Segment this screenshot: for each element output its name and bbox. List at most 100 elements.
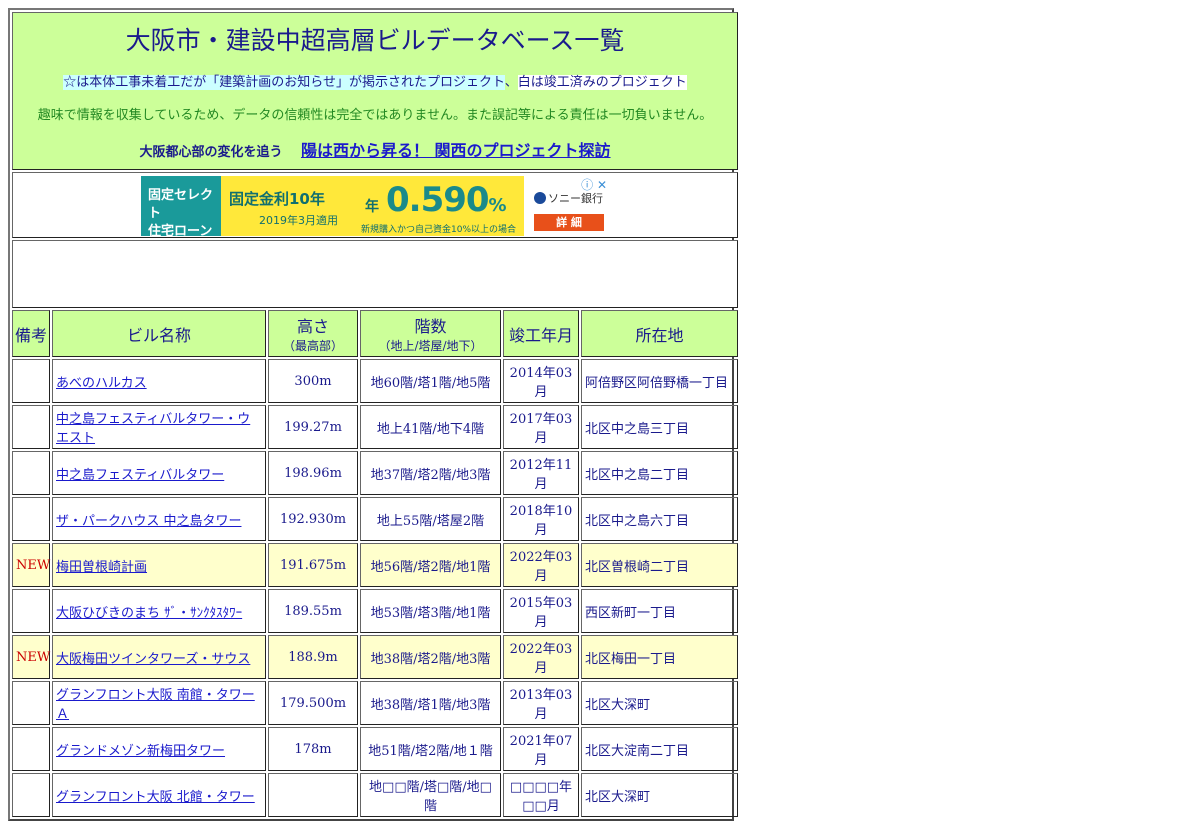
bank-logo-icon <box>534 192 546 204</box>
floors-cell: 地51階/塔2階/地１階 <box>360 727 501 771</box>
height-cell: 179.500m <box>268 681 358 725</box>
completed-cell: 2021年07月 <box>503 727 579 771</box>
col-header-completed: 竣工年月 <box>503 310 579 357</box>
table-row: 中之島フェスティバルタワー 198.96m 地37階/塔2階/地3階 2012年11月… <box>12 451 739 495</box>
ad-banner[interactable]: 固定セレクト 住宅ローン 固定金利10年 2019年3月適用 年 0.590% … <box>141 176 609 239</box>
blank-ad-slot <box>12 240 739 308</box>
subline: 大阪都心部の変化を追う 陽は西から昇る！ 関西のプロジェクト探訪 <box>17 137 733 161</box>
note-cell <box>12 451 50 495</box>
disclaimer: 趣味で情報を収集しているため、データの信頼性は完全ではありません。また誤記等によ… <box>37 108 713 123</box>
col-header-location-label: 所在地 <box>635 325 684 345</box>
floors-cell: 地56階/塔2階/地1階 <box>360 543 501 587</box>
ad-bank-name: ソニー銀行 <box>548 192 603 205</box>
note-cell <box>12 359 50 403</box>
location-cell: 北区中之島三丁目 <box>581 405 739 449</box>
col-header-height-label: 高さ <box>296 317 329 336</box>
location-cell: 北区大深町 <box>581 681 739 725</box>
building-link[interactable]: 中之島フェスティバルタワー・ウエスト <box>56 412 250 446</box>
ad-percent: % <box>488 195 507 216</box>
legend: ☆は本体工事未着工だが「建築計画のお知らせ」が掲示されたプロジェクト、白は竣工済… <box>17 71 733 90</box>
location-cell: 北区曽根崎二丁目 <box>581 543 739 587</box>
location-cell: 北区大深町 <box>581 773 739 817</box>
ad-year: 年 <box>365 199 379 215</box>
sub-label: 大阪都心部の変化を追う <box>139 145 283 160</box>
building-name-cell: 中之島フェスティバルタワー・ウエスト <box>52 405 266 449</box>
height-cell: 191.675m <box>268 543 358 587</box>
col-header-height-sub: （最高部） <box>282 339 343 353</box>
height-cell: 199.27m <box>268 405 358 449</box>
building-rows: あべのハルカス 300m 地60階/塔1階/地5階 2014年03月 阿倍野区阿倍野橋一… <box>12 359 739 817</box>
page-frame: 大阪市・建設中超高層ビルデータベース一覧 ☆は本体工事未着工だが「建築計画のお知… <box>8 8 739 821</box>
building-name-cell: 大阪梅田ツインタワーズ・サウス <box>52 635 266 679</box>
building-name-cell: グランフロント大阪 北館・タワー <box>52 773 266 817</box>
building-link[interactable]: グランフロント大阪 北館・タワー <box>56 790 255 805</box>
floors-cell: 地60階/塔1階/地5階 <box>360 359 501 403</box>
building-link[interactable]: ザ・パークハウス 中之島タワー <box>56 514 241 529</box>
height-cell: 198.96m <box>268 451 358 495</box>
building-link[interactable]: あべのハルカス <box>56 376 147 391</box>
ad-rate: 0.590% <box>386 180 507 220</box>
location-cell: 北区梅田一丁目 <box>581 635 739 679</box>
legend-separator: 、 <box>504 75 518 90</box>
height-cell: 192.930m <box>268 497 358 541</box>
building-link[interactable]: グランドメゾン新梅田タワー <box>56 744 225 759</box>
col-header-location: 所在地 <box>581 310 739 357</box>
building-link[interactable]: 中之島フェスティバルタワー <box>56 468 224 483</box>
height-cell: 189.55m <box>268 589 358 633</box>
floors-cell: 地上41階/地下4階 <box>360 405 501 449</box>
completed-cell: 2022年03月 <box>503 635 579 679</box>
table-row: あべのハルカス 300m 地60階/塔1階/地5階 2014年03月 阿倍野区阿倍野橋一… <box>12 359 739 403</box>
table-row: 中之島フェスティバルタワー・ウエスト 199.27m 地上41階/地下4階 2017年… <box>12 405 739 449</box>
floors-cell: 地□□階/塔□階/地□階 <box>360 773 501 817</box>
floors-cell: 地38階/塔2階/地3階 <box>360 635 501 679</box>
completed-cell: 2014年03月 <box>503 359 579 403</box>
note-cell: NEW <box>12 635 50 679</box>
col-header-floors-sub: （地上/塔屋/地下） <box>378 339 483 353</box>
col-header-note: 備考 <box>12 310 50 357</box>
location-cell: 北区大淀南二丁目 <box>581 727 739 771</box>
building-name-cell: ザ・パークハウス 中之島タワー <box>52 497 266 541</box>
note-cell <box>12 405 50 449</box>
ad-teal-panel: 固定セレクト 住宅ローン <box>141 176 221 239</box>
col-header-floors: 階数 （地上/塔屋/地下） <box>360 310 501 357</box>
floors-cell: 地53階/塔3階/地1階 <box>360 589 501 633</box>
table-row: グランフロント大阪 南館・タワーＡ 179.500m 地38階/塔1階/地3階 201… <box>12 681 739 725</box>
ad-bank: ソニー銀行 <box>534 190 603 206</box>
col-header-name: ビル名称 <box>52 310 266 357</box>
location-cell: 阿倍野区阿倍野橋一丁目 <box>581 359 739 403</box>
height-cell: 188.9m <box>268 635 358 679</box>
building-link[interactable]: グランフロント大阪 南館・タワーＡ <box>56 688 255 722</box>
ad-cell: 固定セレクト 住宅ローン 固定金利10年 2019年3月適用 年 0.590% … <box>12 172 739 239</box>
floors-cell: 地上55階/塔屋2階 <box>360 497 501 541</box>
col-header-floors-label: 階数 <box>414 317 447 336</box>
building-name-cell: 大阪ひびきのまち ｻﾞ・ｻﾝｸﾀｽﾀﾜｰ <box>52 589 266 633</box>
project-link[interactable]: 陽は西から昇る！ 関西のプロジェクト探訪 <box>301 141 611 160</box>
building-name-cell: 中之島フェスティバルタワー <box>52 451 266 495</box>
floors-cell: 地38階/塔1階/地3階 <box>360 681 501 725</box>
building-link[interactable]: 大阪梅田ツインタワーズ・サウス <box>56 652 250 667</box>
completed-cell: 2013年03月 <box>503 681 579 725</box>
note-cell <box>12 497 50 541</box>
ad-condition: 新規購入かつ自己資金10%以上の場合 <box>361 225 517 235</box>
completed-cell: 2017年03月 <box>503 405 579 449</box>
ad-detail-button[interactable]: 詳 細 <box>534 214 604 231</box>
note-cell <box>12 681 50 725</box>
table-row: 大阪ひびきのまち ｻﾞ・ｻﾝｸﾀｽﾀﾜｰ 189.55m 地53階/塔3階/地1階 2… <box>12 589 739 633</box>
completed-cell: 2015年03月 <box>503 589 579 633</box>
col-header-completed-label: 竣工年月 <box>508 325 573 345</box>
ad-teal-line1: 固定セレクト <box>148 188 214 221</box>
table-row: ザ・パークハウス 中之島タワー 192.930m 地上55階/塔屋2階 2018年10… <box>12 497 739 541</box>
ad-applied: 2019年3月適用 <box>259 214 338 227</box>
table-row: グランドメゾン新梅田タワー 178m 地51階/塔2階/地１階 2021年07月 北区大… <box>12 727 739 771</box>
note-cell <box>12 589 50 633</box>
building-name-cell: 梅田曽根崎計画 <box>52 543 266 587</box>
main-table: 大阪市・建設中超高層ビルデータベース一覧 ☆は本体工事未着工だが「建築計画のお知… <box>10 10 740 819</box>
completed-cell: 2012年11月 <box>503 451 579 495</box>
legend-white-text: 白は竣工済みのプロジェクト <box>517 75 687 90</box>
building-link[interactable]: 大阪ひびきのまち ｻﾞ・ｻﾝｸﾀｽﾀﾜｰ <box>56 606 242 621</box>
building-name-cell: あべのハルカス <box>52 359 266 403</box>
col-header-note-label: 備考 <box>15 325 48 345</box>
building-link[interactable]: 梅田曽根崎計画 <box>56 560 147 575</box>
ad-teal-line2: 住宅ローン <box>148 224 213 239</box>
height-cell: 178m <box>268 727 358 771</box>
